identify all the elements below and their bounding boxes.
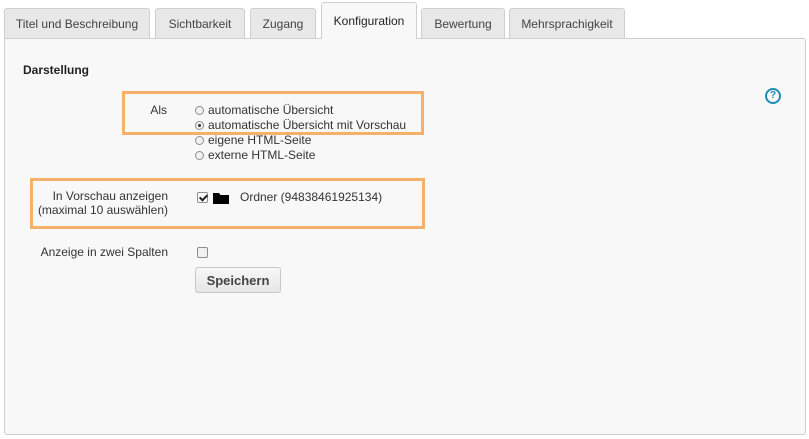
two-columns-label: Anzeige in zwei Spalten xyxy=(40,245,168,259)
radio-option-auto-overview[interactable]: automatische Übersicht xyxy=(195,103,333,117)
preview-label-line1: In Vorschau anzeigen xyxy=(52,189,168,203)
help-icon[interactable]: ? xyxy=(765,88,781,104)
radio-label: externe HTML-Seite xyxy=(208,148,316,162)
tab-bar: Titel und Beschreibung Sichtbarkeit Zuga… xyxy=(4,0,807,39)
radio-label: eigene HTML-Seite xyxy=(208,133,312,147)
radio-option-own-html[interactable]: eigene HTML-Seite xyxy=(195,133,311,147)
radio-button[interactable] xyxy=(195,135,204,145)
radio-label: automatische Übersicht mit Vorschau xyxy=(208,118,407,132)
preview-folder-checkbox[interactable] xyxy=(197,192,208,203)
tab-titel-und-beschreibung[interactable]: Titel und Beschreibung xyxy=(4,8,150,38)
tab-label: Mehrsprachigkeit xyxy=(521,16,613,31)
tab-label: Konfiguration xyxy=(333,14,405,28)
radio-button[interactable] xyxy=(195,105,204,115)
section-title: Darstellung xyxy=(23,63,90,77)
two-columns-checkbox[interactable] xyxy=(197,247,208,258)
tab-sichtbarkeit[interactable]: Sichtbarkeit xyxy=(155,8,245,38)
radio-button[interactable] xyxy=(195,150,204,160)
preview-label: In Vorschau anzeigen (maximal 10 auswähl… xyxy=(25,189,168,217)
tab-label: Titel und Beschreibung xyxy=(15,16,139,31)
preview-item-label: Ordner (94838461925134) xyxy=(240,190,383,204)
configuration-panel: Darstellung ? Als automatische Übersicht… xyxy=(4,38,806,435)
tab-label: Sichtbarkeit xyxy=(168,16,232,31)
radio-label: automatische Übersicht xyxy=(208,103,334,117)
preview-label-line2: (maximal 10 auswählen) xyxy=(37,203,168,217)
radio-option-external-html[interactable]: externe HTML-Seite xyxy=(195,148,315,162)
radio-button-selected[interactable] xyxy=(195,120,204,130)
tab-zugang[interactable]: Zugang xyxy=(250,8,316,38)
folder-icon xyxy=(213,193,229,204)
tab-label: Zugang xyxy=(262,16,304,31)
display-as-label: Als xyxy=(150,103,167,117)
tab-konfiguration[interactable]: Konfiguration xyxy=(321,2,417,39)
tab-bewertung[interactable]: Bewertung xyxy=(421,8,505,38)
tab-label: Bewertung xyxy=(434,16,492,31)
radio-option-auto-overview-preview[interactable]: automatische Übersicht mit Vorschau xyxy=(195,118,406,132)
save-button[interactable]: Speichern xyxy=(195,267,281,293)
tab-mehrsprachigkeit[interactable]: Mehrsprachigkeit xyxy=(509,8,625,38)
